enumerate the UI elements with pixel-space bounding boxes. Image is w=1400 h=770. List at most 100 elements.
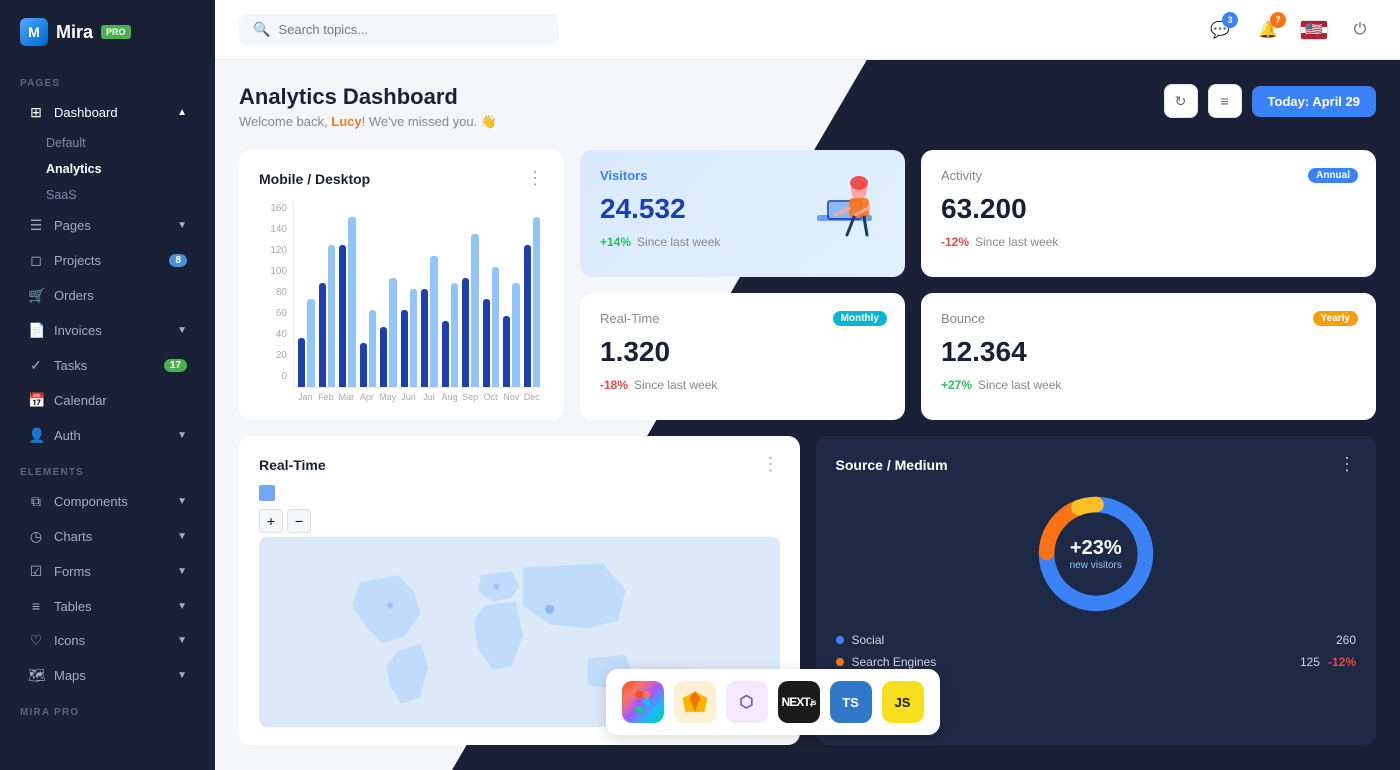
bar-light [451, 283, 458, 387]
realtime-badge: Monthly [833, 311, 887, 326]
notifications-button[interactable]: 💬 3 [1204, 14, 1236, 46]
arrow-icon: ▼ [177, 496, 187, 507]
bar-chart: 160140120100806040200 JanFebMarAprMayJun… [259, 203, 544, 402]
icons-icon: ♡ [28, 632, 44, 649]
power-button[interactable]: ⏻ [1344, 14, 1376, 46]
sidebar-item-auth[interactable]: 👤 Auth ▼ [8, 419, 207, 452]
map-zoom-controls[interactable]: + − [259, 509, 780, 533]
donut-center: +23% new visitors [1070, 537, 1122, 571]
bar-light [410, 289, 417, 387]
search-wrap[interactable]: 🔍 [239, 14, 559, 45]
chart-menu-button[interactable]: ⋮ [526, 168, 544, 189]
bar-dark [462, 278, 469, 387]
bar-group [339, 217, 356, 387]
map-menu-button[interactable]: ⋮ [762, 454, 780, 475]
bar-dark [421, 289, 428, 387]
bar-dark [524, 245, 531, 387]
visitors-illustration [797, 160, 897, 250]
sidebar-item-tasks[interactable]: ✓ Tasks 17 [8, 349, 207, 382]
date-button[interactable]: Today: April 29 [1252, 86, 1376, 117]
dashboard-label: Dashboard [54, 105, 118, 120]
sidebar-item-calendar[interactable]: 📅 Calendar [8, 384, 207, 417]
sidebar-item-pages[interactable]: ☰ Pages ▼ [8, 209, 207, 242]
bar-label: Mar [338, 392, 355, 402]
visitors-since: Since last week [637, 235, 720, 249]
bar-dark [483, 299, 490, 387]
arrow-icon: ▼ [177, 531, 187, 542]
bar-group [524, 217, 541, 387]
page-title-section: Analytics Dashboard Welcome back, Lucy! … [239, 84, 497, 130]
notifications-badge: 3 [1222, 12, 1238, 28]
bar-group [421, 256, 438, 387]
source-rows: Social 260 Search Engines 125 [836, 633, 1357, 669]
sidebar-sub-default[interactable]: Default [0, 130, 215, 156]
chart-title: Mobile / Desktop [259, 171, 370, 187]
source-menu-button[interactable]: ⋮ [1338, 454, 1356, 475]
bar-label: Jun [400, 392, 417, 402]
app-name: Mira [56, 22, 93, 43]
app-logo: M Mira PRO [0, 0, 215, 64]
mobile-desktop-chart-card: Mobile / Desktop ⋮ 160140120100806040200… [239, 150, 564, 420]
filter-button[interactable]: ≡ [1208, 84, 1242, 118]
bar-light [471, 234, 478, 387]
sidebar-sub-saas[interactable]: SaaS [0, 182, 215, 208]
arrow-icon: ▼ [177, 220, 187, 231]
zoom-out-button[interactable]: − [287, 509, 311, 533]
bar-light [328, 245, 335, 387]
sidebar-sub-analytics[interactable]: Analytics [0, 156, 215, 182]
social-value: 260 [1336, 633, 1356, 647]
bar-label: Nov [503, 392, 520, 402]
sidebar-item-charts[interactable]: ◷ Charts ▼ [8, 520, 207, 553]
donut-pct: +23% [1070, 537, 1122, 560]
section-label-mirapro: MIRA PRO [0, 693, 215, 724]
charts-icon: ◷ [28, 528, 44, 545]
maps-icon: 🗺 [28, 667, 44, 684]
sidebar-item-forms[interactable]: ☑ Forms ▼ [8, 555, 207, 588]
sidebar-item-components[interactable]: ⧉ Components ▼ [8, 485, 207, 518]
username: Lucy [331, 114, 361, 129]
bar-label: Aug [441, 392, 458, 402]
sidebar-item-tables[interactable]: ≡ Tables ▼ [8, 590, 207, 622]
sidebar-item-invoices[interactable]: 📄 Invoices ▼ [8, 314, 207, 347]
sidebar-item-dashboard[interactable]: ⊞ Dashboard ▲ [8, 96, 207, 129]
source-row-search: Search Engines 125 -12% [836, 655, 1357, 669]
sidebar: M Mira PRO PAGES ⊞ Dashboard ▲ Default A… [0, 0, 215, 770]
zoom-in-button[interactable]: + [259, 509, 283, 533]
social-label: Social [852, 633, 885, 647]
bar-light [389, 278, 396, 387]
chart-area: JanFebMarAprMayJunJulAugSepOctNovDec [293, 203, 544, 402]
page-header: Analytics Dashboard Welcome back, Lucy! … [239, 84, 1376, 130]
main-area: 🔍 💬 3 🔔 7 🇺🇸 ⏻ Analyti [215, 0, 1400, 770]
charts-label: Charts [54, 529, 92, 544]
activity-since: Since last week [975, 235, 1058, 249]
sidebar-item-maps[interactable]: 🗺 Maps ▼ [8, 659, 207, 692]
components-label: Components [54, 494, 128, 509]
javascript-logo: JS [882, 681, 924, 723]
donut-chart: +23% new visitors [1031, 489, 1161, 619]
social-dot [836, 636, 844, 644]
donut-sub: new visitors [1070, 560, 1122, 571]
search-input[interactable] [278, 22, 545, 37]
realtime-value: 1.320 [600, 336, 885, 368]
header-actions: ↻ ≡ Today: April 29 [1164, 84, 1376, 118]
sidebar-item-icons[interactable]: ♡ Icons ▼ [8, 624, 207, 657]
bar-group [503, 283, 520, 387]
sidebar-item-orders[interactable]: 🛒 Orders [8, 279, 207, 312]
projects-badge: 8 [169, 254, 187, 267]
bar-label: Feb [318, 392, 335, 402]
refresh-button[interactable]: ↻ [1164, 84, 1198, 118]
section-label-pages: PAGES [0, 64, 215, 95]
search-icon: 🔍 [253, 21, 270, 38]
bounce-since: Since last week [978, 378, 1061, 392]
sidebar-item-projects[interactable]: ◻ Projects 8 [8, 244, 207, 277]
language-selector[interactable]: 🇺🇸 [1300, 20, 1328, 40]
tables-label: Tables [54, 599, 92, 614]
search-change: -12% [1328, 655, 1356, 669]
dashboard-icon: ⊞ [28, 104, 44, 121]
bar-group [380, 278, 397, 387]
topbar-right: 💬 3 🔔 7 🇺🇸 ⏻ [1204, 14, 1376, 46]
map-legend-online [259, 485, 275, 501]
alerts-button[interactable]: 🔔 7 [1252, 14, 1284, 46]
search-value: 125 [1300, 655, 1320, 669]
source-title: Source / Medium [836, 457, 948, 473]
